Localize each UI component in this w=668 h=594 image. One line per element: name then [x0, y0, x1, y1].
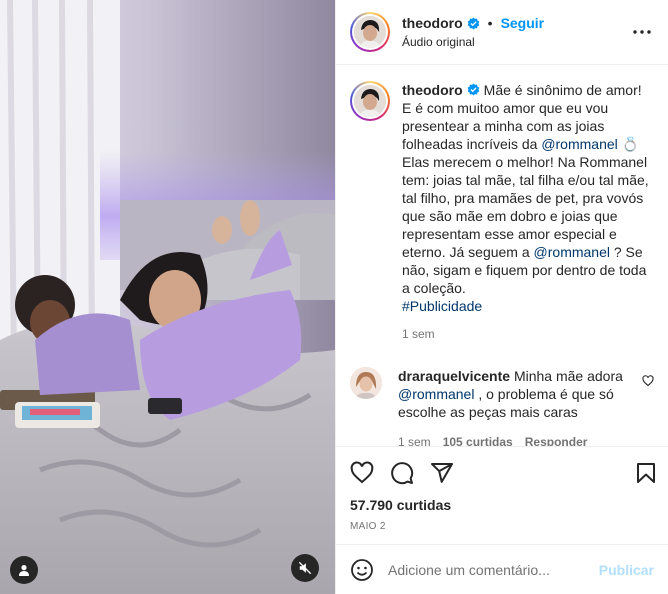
verified-badge-icon — [467, 83, 480, 96]
comment-button[interactable] — [390, 461, 414, 485]
share-icon — [431, 463, 453, 483]
comment-meta: 1 sem 105 curtidas Responder — [398, 433, 632, 446]
commenter-username[interactable]: draraquelvicente — [398, 368, 510, 384]
user-icon — [19, 565, 29, 576]
tagged-users-button[interactable] — [10, 556, 38, 584]
avatar-photo — [354, 85, 386, 117]
heart-icon — [350, 461, 374, 484]
comment-like-heart-icon[interactable] — [642, 375, 654, 387]
post-dialog: theodoro • Seguir Áudio original theodor… — [0, 0, 668, 594]
comment-item: draraquelvicente Minha mãe adora @romman… — [350, 367, 654, 446]
post-comment-button[interactable]: Publicar — [599, 562, 654, 578]
post-sidebar: theodoro • Seguir Áudio original theodor… — [335, 0, 668, 594]
more-options-button[interactable] — [630, 20, 654, 44]
post-video[interactable] — [0, 0, 335, 594]
save-button[interactable] — [634, 461, 658, 485]
video-frame — [0, 0, 335, 594]
caption-author-avatar[interactable] — [350, 81, 390, 121]
mute-toggle-button[interactable] — [291, 554, 319, 582]
mention-link[interactable]: @rommanel — [534, 244, 610, 260]
like-button[interactable] — [350, 461, 374, 485]
speaker-muted-icon — [298, 561, 312, 575]
bookmark-icon — [637, 463, 655, 483]
likes-count[interactable]: 57.790 curtidas — [350, 497, 658, 513]
commenter-avatar[interactable] — [350, 367, 382, 399]
post-caption: theodoro Mãe é sinônimo de amor! E é com … — [350, 81, 654, 341]
ring-emoji: 💍 — [621, 136, 640, 152]
avatar-photo — [350, 367, 382, 399]
comment-input[interactable] — [388, 561, 599, 578]
separator-dot: • — [487, 15, 493, 31]
post-date[interactable]: MAIO 2 — [350, 521, 658, 532]
author-username[interactable]: theodoro — [402, 15, 463, 31]
comment-timestamp[interactable]: 1 sem — [398, 433, 431, 446]
hashtag-link[interactable]: #Publicidade — [402, 298, 482, 314]
comment-likes[interactable]: 105 curtidas — [443, 433, 513, 446]
caption-username[interactable]: theodoro — [402, 82, 463, 98]
original-audio-link[interactable]: Áudio original — [402, 35, 630, 49]
caption-timestamp[interactable]: 1 sem — [402, 327, 435, 341]
comment-text-part1: Minha mãe adora — [513, 368, 623, 384]
comment-icon — [391, 462, 414, 485]
post-header: theodoro • Seguir Áudio original — [336, 0, 668, 65]
mention-link[interactable]: @rommanel — [541, 136, 617, 152]
avatar-photo — [354, 16, 386, 48]
author-avatar[interactable] — [350, 12, 390, 52]
comments-section[interactable]: theodoro Mãe é sinônimo de amor! E é com … — [336, 65, 668, 446]
mention-link[interactable]: @rommanel — [398, 386, 474, 402]
reply-button[interactable]: Responder — [525, 433, 588, 446]
verified-badge-icon — [467, 16, 480, 30]
caption-meta: 1 sem — [402, 327, 654, 341]
share-button[interactable] — [430, 461, 454, 485]
caption-text: theodoro Mãe é sinônimo de amor! E é com … — [402, 81, 654, 315]
more-horizontal-icon — [633, 30, 651, 34]
add-comment-bar: Publicar — [336, 544, 668, 594]
emoji-picker-icon[interactable] — [350, 558, 374, 582]
comment-text: draraquelvicente Minha mãe adora @romman… — [398, 367, 632, 421]
post-actions: 57.790 curtidas MAIO 2 — [336, 446, 668, 532]
follow-button[interactable]: Seguir — [501, 15, 545, 31]
